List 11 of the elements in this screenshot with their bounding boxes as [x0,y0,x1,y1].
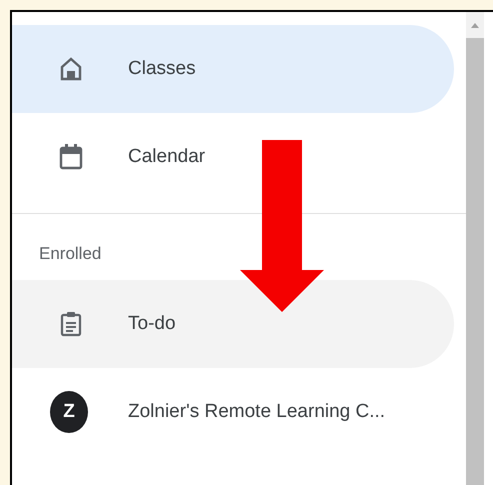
calendar-icon [59,144,83,170]
scroll-up-icon[interactable] [471,22,479,28]
clipboard-icon [60,311,82,337]
section-heading: Enrolled [38,243,102,262]
nav-item[interactable]: Z Zolnier's Remote Learning C... [12,368,454,456]
avatar: Z [50,391,88,433]
home-icon [60,57,82,81]
scrollbar[interactable] [466,12,484,485]
nav-item[interactable]: To-do [12,280,454,368]
nav-item[interactable]: Calendar [12,113,454,201]
nav-item[interactable]: Classes [12,25,454,113]
